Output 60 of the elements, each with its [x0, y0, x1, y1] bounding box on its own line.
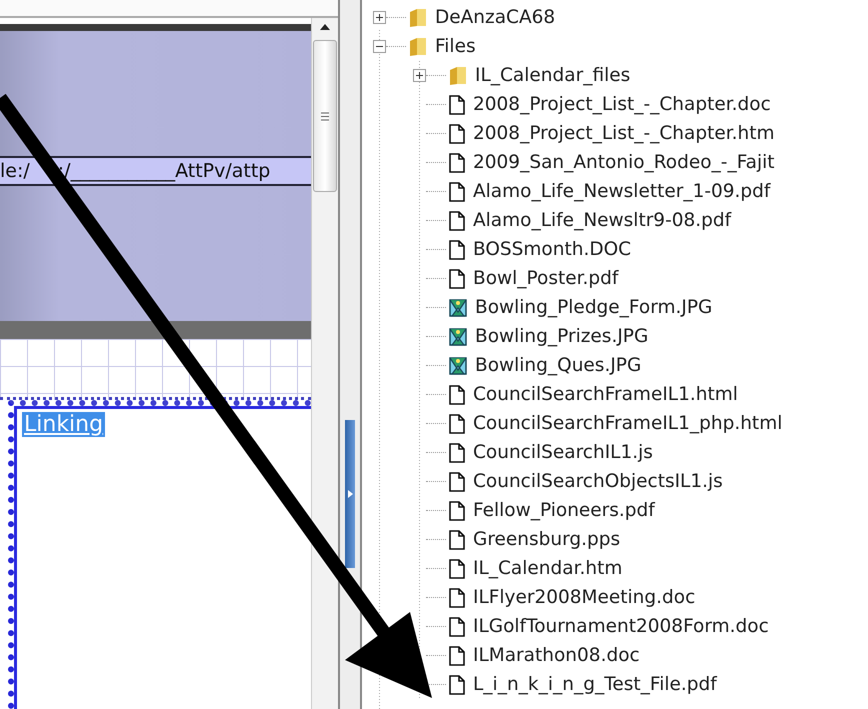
tree-item[interactable]: 2008_Project_List_-_Chapter.htm [472, 123, 776, 144]
tree-item[interactable]: ILGolfTournament2008Form.doc [472, 616, 770, 637]
document-icon [449, 268, 465, 288]
tree-item[interactable]: CouncilSearchFrameIL1_php.html [472, 413, 784, 434]
document-icon [449, 152, 465, 172]
tree-item[interactable]: Alamo_Life_Newsletter_1-09.pdf [472, 181, 772, 202]
tree-item[interactable]: Bowling_Prizes.JPG [474, 326, 650, 347]
expand-icon[interactable] [373, 11, 386, 24]
scroll-thumb[interactable] [313, 40, 337, 192]
tree-item[interactable]: Bowl_Poster.pdf [472, 268, 620, 289]
document-icon [449, 500, 465, 520]
document-icon [449, 616, 465, 636]
tree-item[interactable]: Alamo_Life_Newsltr9-08.pdf [472, 210, 732, 231]
folder-icon [409, 8, 427, 28]
document-icon [449, 530, 465, 550]
collapse-icon[interactable] [373, 40, 386, 53]
tree-item[interactable]: IL_Calendar_files [474, 65, 632, 86]
document-icon [449, 94, 465, 114]
tree-item[interactable]: CouncilSearchObjectsIL1.js [472, 471, 724, 492]
tree-item[interactable]: L_i_n_k_i_n_g_Test_File.pdf [472, 674, 718, 695]
document-icon [449, 414, 465, 434]
grip-icon [321, 112, 329, 120]
tree-item[interactable]: ILMarathon08.doc [472, 645, 641, 666]
document-icon [449, 558, 465, 578]
document-icon [449, 674, 465, 694]
document-icon [449, 240, 465, 260]
tree-item[interactable]: ILFlyer2008Meeting.doc [472, 587, 696, 608]
folder-icon [449, 66, 467, 86]
tree-item[interactable]: Fellow_Pioneers.pdf [472, 500, 656, 521]
tree-item[interactable]: CouncilSearchIL1.js [472, 442, 654, 463]
address-text: :/___________AttPv/attp [58, 160, 270, 182]
document-icon [449, 442, 465, 462]
image-icon [449, 356, 467, 374]
tree-item[interactable]: DeAnzaCA68 [434, 7, 556, 28]
image-icon [449, 328, 467, 346]
expand-icon[interactable] [413, 69, 426, 82]
caret-icon [348, 490, 352, 498]
document-icon [449, 182, 465, 202]
tree-item[interactable]: CouncilSearchFrameIL1.html [472, 384, 739, 405]
tree-item[interactable]: IL_Calendar.htm [472, 558, 624, 579]
tree-item[interactable]: 2008_Project_List_-_Chapter.doc [472, 94, 772, 115]
document-icon [449, 588, 465, 608]
document-icon [449, 384, 465, 404]
tree-item[interactable]: Bowling_Ques.JPG [474, 355, 642, 376]
tree-item[interactable]: Bowling_Pledge_Form.JPG [474, 297, 714, 318]
image-icon [449, 298, 467, 316]
document-icon [449, 124, 465, 144]
document-icon [449, 472, 465, 492]
tree-item[interactable]: BOSSmonth.DOC [472, 239, 632, 260]
document-icon [449, 646, 465, 666]
document-icon [449, 210, 465, 230]
tree-item[interactable]: 2009_San_Antonio_Rodeo_-_Fajit [472, 152, 776, 173]
folder-icon [409, 36, 427, 56]
scroll-up-icon[interactable] [320, 24, 330, 30]
selected-text: Linking [22, 412, 106, 437]
splitter-handle[interactable] [345, 420, 355, 568]
tree-item[interactable]: Greensburg.pps [472, 529, 622, 550]
address-text: le:/ [0, 160, 30, 182]
tree-item[interactable]: Files [434, 36, 477, 57]
scrollbar[interactable] [311, 18, 338, 709]
